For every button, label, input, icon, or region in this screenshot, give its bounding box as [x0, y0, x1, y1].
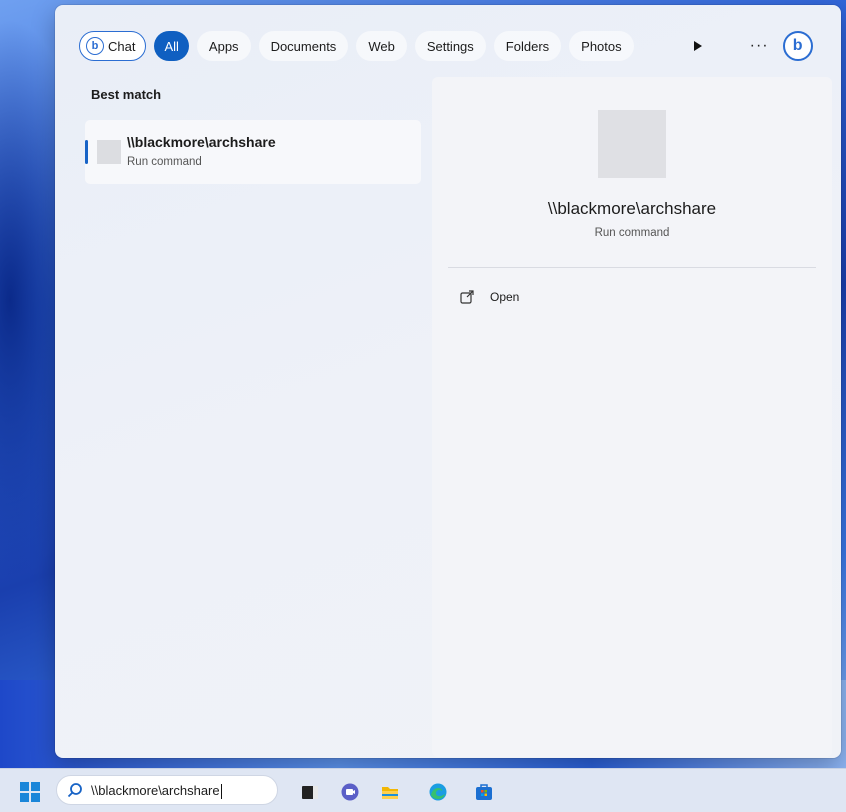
filter-web[interactable]: Web	[356, 31, 407, 61]
preview-type: Run command	[594, 227, 670, 239]
bing-icon[interactable]: b	[782, 31, 813, 61]
results-list: Best match \\blackmore\archshare Run com…	[83, 87, 423, 184]
best-match-heading: Best match	[91, 87, 162, 102]
preview-icon	[598, 110, 666, 178]
filter-photos[interactable]: Photos	[569, 31, 634, 61]
taskbar: \\blackmore\archshare	[0, 768, 846, 812]
open-action[interactable]: Open	[460, 290, 519, 304]
more-options-icon[interactable]: ···	[750, 37, 769, 55]
store-icon[interactable]	[474, 782, 494, 802]
result-title: \\blackmore\archshare	[127, 134, 276, 150]
filter-bar: b Chat All Apps Documents Web Settings F…	[79, 29, 829, 63]
bing-chat-icon: b	[86, 37, 104, 55]
run-command-icon	[97, 140, 121, 164]
preview-pane: \\blackmore\archshare Run command Open	[432, 77, 832, 757]
filter-settings[interactable]: Settings	[414, 31, 486, 61]
filter-all[interactable]: All	[154, 31, 189, 61]
play-more-filters-icon[interactable]	[693, 41, 702, 51]
filter-documents[interactable]: Documents	[258, 31, 349, 61]
filter-apps[interactable]: Apps	[196, 31, 251, 61]
edge-icon[interactable]	[428, 782, 448, 802]
task-view-icon[interactable]	[300, 782, 320, 802]
search-input[interactable]: \\blackmore\archshare	[91, 783, 222, 800]
windows-logo-icon	[20, 782, 29, 791]
filter-folders[interactable]: Folders	[493, 31, 562, 61]
selection-indicator	[85, 140, 88, 164]
search-icon	[67, 783, 82, 798]
start-button[interactable]	[20, 782, 40, 802]
taskbar-search-box[interactable]: \\blackmore\archshare	[56, 775, 278, 805]
file-explorer-icon[interactable]	[380, 782, 400, 802]
chat-label: Chat	[108, 38, 136, 54]
best-match-result[interactable]: \\blackmore\archshare Run command	[85, 120, 421, 184]
result-type: Run command	[127, 156, 202, 168]
search-panel: b Chat All Apps Documents Web Settings F…	[55, 5, 841, 758]
chat-button[interactable]: b Chat	[79, 31, 147, 61]
preview-title: \\blackmore\archshare	[547, 199, 717, 218]
teams-chat-icon[interactable]	[340, 782, 360, 802]
divider	[448, 267, 816, 268]
open-label: Open	[490, 290, 520, 304]
external-link-icon	[460, 290, 474, 304]
